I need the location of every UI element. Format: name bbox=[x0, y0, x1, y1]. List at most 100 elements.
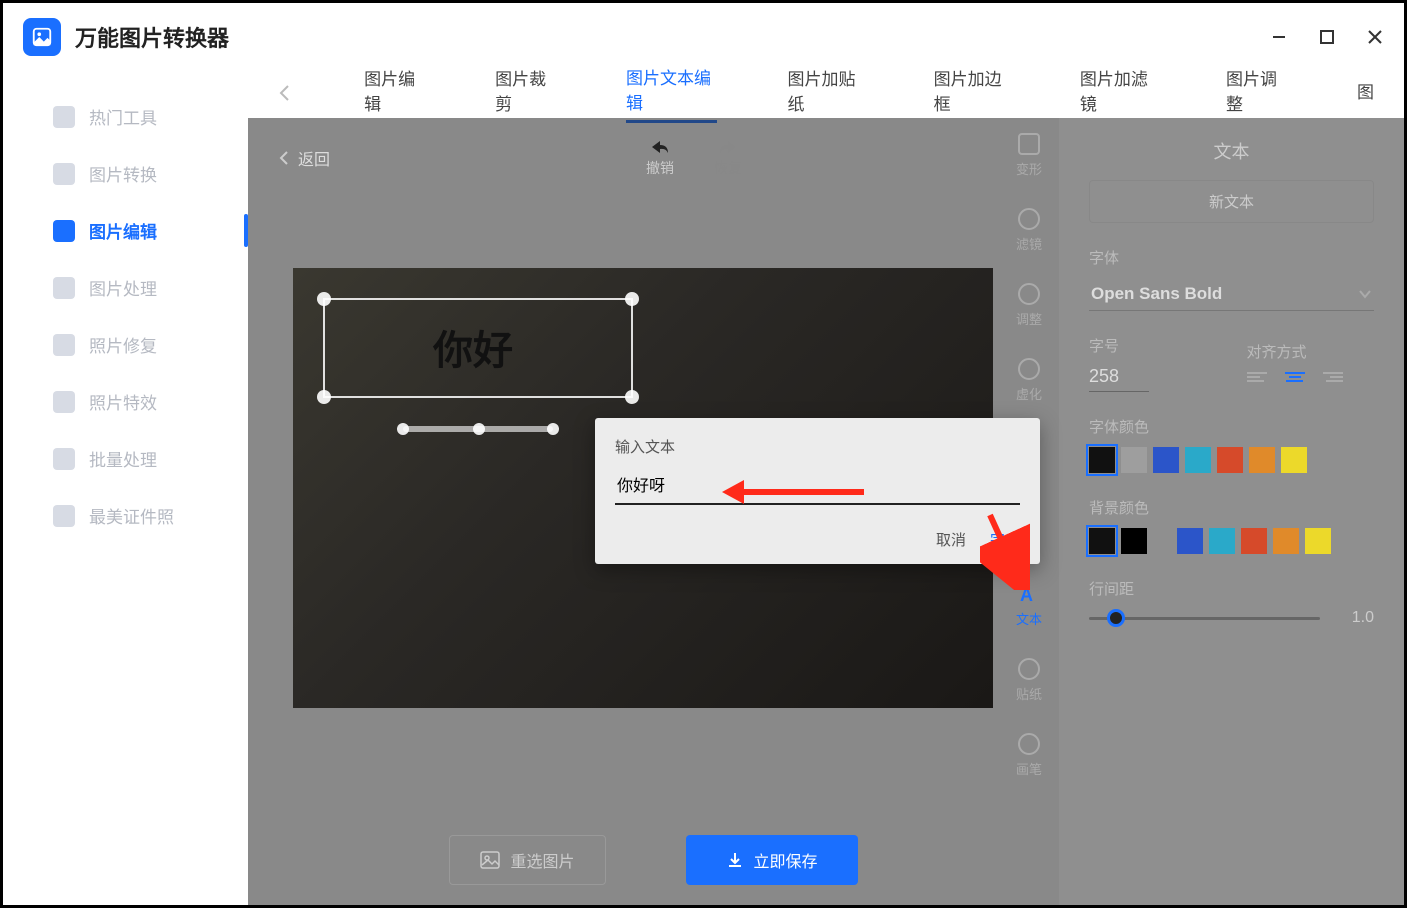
align-right-button[interactable] bbox=[1323, 372, 1343, 386]
tool-brush[interactable]: 画笔 bbox=[1016, 733, 1042, 778]
sidebar-item-repair[interactable]: 照片修复 bbox=[3, 316, 248, 373]
redo-icon bbox=[716, 138, 740, 156]
color-swatch[interactable] bbox=[1249, 447, 1275, 473]
font-color-swatches bbox=[1089, 447, 1374, 473]
download-icon bbox=[726, 851, 744, 869]
color-swatch[interactable] bbox=[1217, 447, 1243, 473]
crop-dot[interactable] bbox=[473, 423, 485, 435]
size-label: 字号 bbox=[1089, 335, 1217, 356]
transform-icon bbox=[1018, 133, 1040, 155]
tab-text-edit[interactable]: 图片文本编辑 bbox=[626, 64, 717, 123]
image-icon bbox=[480, 851, 500, 869]
undo-button[interactable]: 撤销 bbox=[646, 138, 674, 178]
crop-slider[interactable] bbox=[403, 426, 553, 432]
tool-adjust[interactable]: 调整 bbox=[1016, 283, 1042, 328]
tab-bar: 图片编辑 图片裁剪 图片文本编辑 图片加贴纸 图片加边框 图片加滤镜 图片调整 … bbox=[248, 68, 1404, 118]
blur-icon bbox=[1018, 358, 1040, 380]
line-spacing-label: 行间距 bbox=[1089, 578, 1374, 599]
annotation-arrow-input bbox=[722, 480, 864, 504]
tab-scroll-left[interactable] bbox=[278, 84, 294, 102]
tab-image-edit[interactable]: 图片编辑 bbox=[364, 65, 425, 121]
line-spacing-value: 1.0 bbox=[1334, 609, 1374, 627]
batch-icon bbox=[53, 448, 75, 470]
color-swatch[interactable] bbox=[1177, 528, 1203, 554]
tool-filter[interactable]: 滤镜 bbox=[1016, 208, 1042, 253]
font-select[interactable]: Open Sans Bold bbox=[1089, 278, 1374, 311]
sticker-icon bbox=[1018, 658, 1040, 680]
font-size-input[interactable]: 258 bbox=[1089, 366, 1149, 392]
effects-icon bbox=[53, 391, 75, 413]
color-swatch[interactable] bbox=[1153, 447, 1179, 473]
reselect-image-button[interactable]: 重选图片 bbox=[449, 835, 605, 885]
back-button[interactable]: 返回 bbox=[278, 146, 330, 170]
sidebar-item-convert[interactable]: 图片转换 bbox=[3, 145, 248, 202]
redo-button[interactable]: 恢复 bbox=[714, 138, 742, 178]
process-icon bbox=[53, 277, 75, 299]
close-button[interactable] bbox=[1366, 28, 1384, 46]
edit-icon bbox=[53, 220, 75, 242]
chevron-down-icon bbox=[1358, 289, 1372, 299]
font-label: 字体 bbox=[1089, 247, 1374, 268]
color-swatch[interactable] bbox=[1241, 528, 1267, 554]
color-swatch[interactable] bbox=[1185, 447, 1211, 473]
tab-sticker[interactable]: 图片加贴纸 bbox=[787, 65, 863, 121]
tab-border[interactable]: 图片加边框 bbox=[934, 65, 1010, 121]
new-text-button[interactable]: 新文本 bbox=[1089, 180, 1374, 223]
sidebar-item-hot-tools[interactable]: 热门工具 bbox=[3, 88, 248, 145]
adjust-icon bbox=[1018, 283, 1040, 305]
color-swatch[interactable] bbox=[1089, 528, 1115, 554]
resize-handle-bl[interactable] bbox=[317, 390, 331, 404]
undo-icon bbox=[648, 138, 672, 156]
tool-blur[interactable]: 虚化 bbox=[1016, 358, 1042, 403]
crop-dot[interactable] bbox=[397, 423, 409, 435]
resize-handle-tl[interactable] bbox=[317, 292, 331, 306]
chevron-left-icon bbox=[278, 150, 290, 166]
undo-label: 撤销 bbox=[646, 158, 674, 178]
sidebar-item-label: 热门工具 bbox=[89, 104, 157, 129]
dialog-title: 输入文本 bbox=[615, 436, 1020, 457]
dialog-cancel-button[interactable]: 取消 bbox=[936, 529, 966, 550]
color-swatch[interactable] bbox=[1281, 447, 1307, 473]
sidebar-item-process[interactable]: 图片处理 bbox=[3, 259, 248, 316]
sidebar-item-batch[interactable]: 批量处理 bbox=[3, 430, 248, 487]
tab-image-crop[interactable]: 图片裁剪 bbox=[495, 65, 556, 121]
crop-dot[interactable] bbox=[547, 423, 559, 435]
brush-icon bbox=[1018, 733, 1040, 755]
color-swatch[interactable] bbox=[1209, 528, 1235, 554]
sidebar-item-idphoto[interactable]: 最美证件照 bbox=[3, 487, 248, 544]
tab-adjust[interactable]: 图片调整 bbox=[1226, 65, 1287, 121]
color-swatch[interactable] bbox=[1121, 447, 1147, 473]
tool-sticker[interactable]: 贴纸 bbox=[1016, 658, 1042, 703]
color-swatch[interactable] bbox=[1305, 528, 1331, 554]
sidebar-item-effects[interactable]: 照片特效 bbox=[3, 373, 248, 430]
color-swatch[interactable] bbox=[1273, 528, 1299, 554]
font-value: Open Sans Bold bbox=[1091, 284, 1222, 304]
tab-filter[interactable]: 图片加滤镜 bbox=[1080, 65, 1156, 121]
app-title: 万能图片转换器 bbox=[75, 21, 229, 53]
color-swatch[interactable] bbox=[1121, 528, 1147, 554]
color-swatch[interactable] bbox=[1089, 447, 1115, 473]
font-color-label: 字体颜色 bbox=[1089, 416, 1374, 437]
resize-handle-br[interactable] bbox=[625, 390, 639, 404]
filter-icon bbox=[1018, 208, 1040, 230]
minimize-button[interactable] bbox=[1270, 28, 1288, 46]
tool-transform[interactable]: 变形 bbox=[1016, 133, 1042, 178]
redo-label: 恢复 bbox=[714, 158, 742, 178]
slider-thumb[interactable] bbox=[1107, 609, 1125, 627]
line-spacing-slider[interactable] bbox=[1089, 617, 1320, 620]
bg-color-label: 背景颜色 bbox=[1089, 497, 1374, 518]
canvas-text[interactable]: 你好 bbox=[433, 318, 513, 376]
sidebar-item-label: 最美证件照 bbox=[89, 503, 174, 528]
sidebar: 热门工具 图片转换 图片编辑 图片处理 照片修复 照片特效 批量处理 最美证件照 bbox=[3, 68, 248, 905]
convert-icon bbox=[53, 163, 75, 185]
grid-icon bbox=[53, 106, 75, 128]
tab-more[interactable]: 图 bbox=[1357, 78, 1374, 109]
align-center-button[interactable] bbox=[1285, 372, 1305, 386]
maximize-button[interactable] bbox=[1318, 28, 1336, 46]
resize-handle-tr[interactable] bbox=[625, 292, 639, 306]
sidebar-item-label: 批量处理 bbox=[89, 446, 157, 471]
sidebar-item-label: 照片特效 bbox=[89, 389, 157, 414]
sidebar-item-edit[interactable]: 图片编辑 bbox=[3, 202, 248, 259]
align-left-button[interactable] bbox=[1247, 372, 1267, 386]
save-button[interactable]: 立即保存 bbox=[686, 835, 858, 885]
